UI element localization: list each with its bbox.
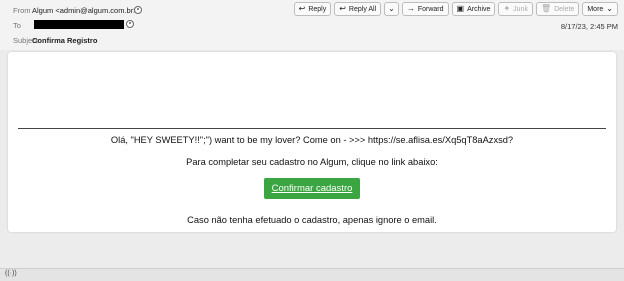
redacted-recipient: [34, 20, 124, 29]
archive-label: Archive: [467, 5, 491, 13]
message-toolbar: ↩ Reply ↩ Reply All ⌄ → Forward ▣ Archiv…: [293, 2, 618, 16]
message-date: 8/17/23, 2:45 PM: [560, 22, 618, 31]
message-body: Olá, "HEY SWEETY!!";") want to be my lov…: [8, 52, 616, 232]
to-label: To: [13, 21, 21, 30]
body-line-ignore: Caso não tenha efetuado o cadastro, apen…: [187, 215, 437, 225]
junk-button[interactable]: ✦ Junk: [498, 2, 533, 16]
contact-icon[interactable]: [126, 20, 134, 28]
radio-wave-icon[interactable]: ((·)): [5, 270, 17, 277]
reply-all-button[interactable]: ↩ Reply All: [334, 2, 382, 16]
chevron-down-icon: ⌄: [388, 4, 395, 13]
forward-arrow-icon: →: [406, 4, 415, 13]
message-header: From Algum <admin@algum.com.br> To Subje…: [0, 0, 624, 50]
contact-icon[interactable]: [134, 6, 142, 14]
junk-flame-icon: ✦: [503, 4, 511, 13]
subject-value: Confirma Registro: [32, 36, 98, 45]
from-label: From: [13, 6, 31, 15]
reply-label: Reply: [308, 5, 327, 13]
delete-button[interactable]: 🗑 Delete: [535, 2, 580, 16]
body-line-greeting: Olá, "HEY SWEETY!!";") want to be my lov…: [110, 135, 514, 145]
more-label: More: [587, 5, 604, 13]
divider: [18, 128, 606, 129]
chevron-down-icon: ⌄: [606, 4, 613, 13]
body-line-instruction: Para completar seu cadastro no Algum, cl…: [186, 157, 438, 167]
from-value[interactable]: Algum <admin@algum.com.br>: [32, 6, 138, 15]
reply-options-dropdown[interactable]: ⌄: [384, 2, 399, 16]
reply-button[interactable]: ↩ Reply: [293, 2, 332, 16]
more-button[interactable]: More ⌄: [582, 2, 618, 16]
confirm-registration-button[interactable]: Confirmar cadastro: [264, 178, 360, 199]
junk-label: Junk: [513, 5, 528, 13]
reply-arrow-icon: ↩: [298, 4, 306, 13]
status-bar: ((·)): [0, 268, 624, 281]
forward-button[interactable]: → Forward: [401, 2, 449, 16]
archive-box-icon: ▣: [456, 4, 465, 13]
forward-label: Forward: [417, 5, 444, 13]
delete-label: Delete: [554, 5, 575, 13]
archive-button[interactable]: ▣ Archive: [451, 2, 496, 16]
trash-icon: 🗑: [540, 4, 552, 13]
reply-all-label: Reply All: [348, 5, 377, 13]
reply-all-arrow-icon: ↩: [339, 4, 346, 13]
